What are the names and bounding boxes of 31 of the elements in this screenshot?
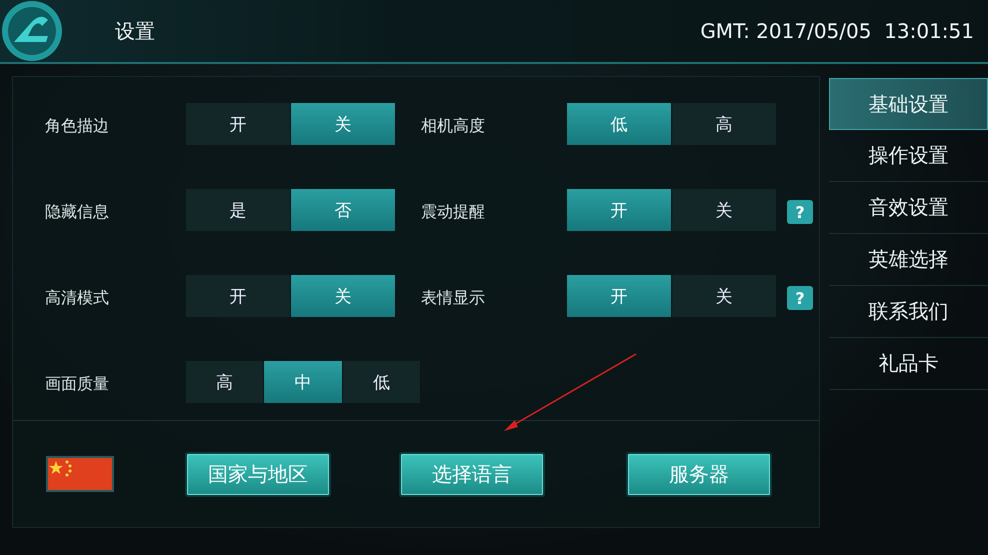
option-toggle[interactable]: 关	[291, 103, 396, 145]
option-toggle[interactable]: 否	[291, 189, 396, 231]
setting-label: 表情显示	[421, 288, 486, 308]
option-toggle[interactable]: 开	[567, 189, 672, 231]
option-toggle[interactable]: 关	[672, 275, 777, 317]
option-toggle[interactable]: 高	[186, 361, 264, 403]
option-toggle[interactable]: 开	[567, 275, 672, 317]
option-toggle[interactable]: 关	[672, 189, 777, 231]
option-toggle[interactable]: 开	[186, 103, 291, 145]
option-toggle[interactable]: 中	[264, 361, 343, 403]
option-toggle[interactable]: 是	[186, 189, 291, 231]
option-toggle[interactable]: 低	[567, 103, 672, 145]
option-toggle[interactable]: 关	[291, 275, 396, 317]
setting-label: 隐藏信息	[45, 202, 110, 222]
sidebar-tab[interactable]: 音效设置	[829, 182, 988, 234]
flag-icon[interactable]	[46, 456, 114, 492]
setting-label: 相机高度	[421, 116, 486, 136]
setting-label: 震动提醒	[421, 202, 486, 222]
sidebar-tab[interactable]: 礼品卡	[829, 338, 988, 390]
sidebar-tab[interactable]: 基础设置	[829, 78, 988, 130]
sidebar-tab[interactable]: 联系我们	[829, 286, 988, 338]
setting-label: 角色描边	[45, 116, 110, 136]
setting-label: 高清模式	[45, 288, 110, 308]
option-toggle[interactable]: 高	[672, 103, 777, 145]
page-title: 设置	[115, 18, 155, 44]
setting-label: 画面质量	[45, 374, 110, 394]
option-toggle[interactable]: 开	[186, 275, 291, 317]
sidebar-tab[interactable]: 操作设置	[829, 130, 988, 182]
option-toggle[interactable]: 低	[342, 361, 421, 403]
clock: GMT: 2017/05/05 13:01:51	[700, 19, 974, 43]
sidebar-tab[interactable]: 英雄选择	[829, 234, 988, 286]
